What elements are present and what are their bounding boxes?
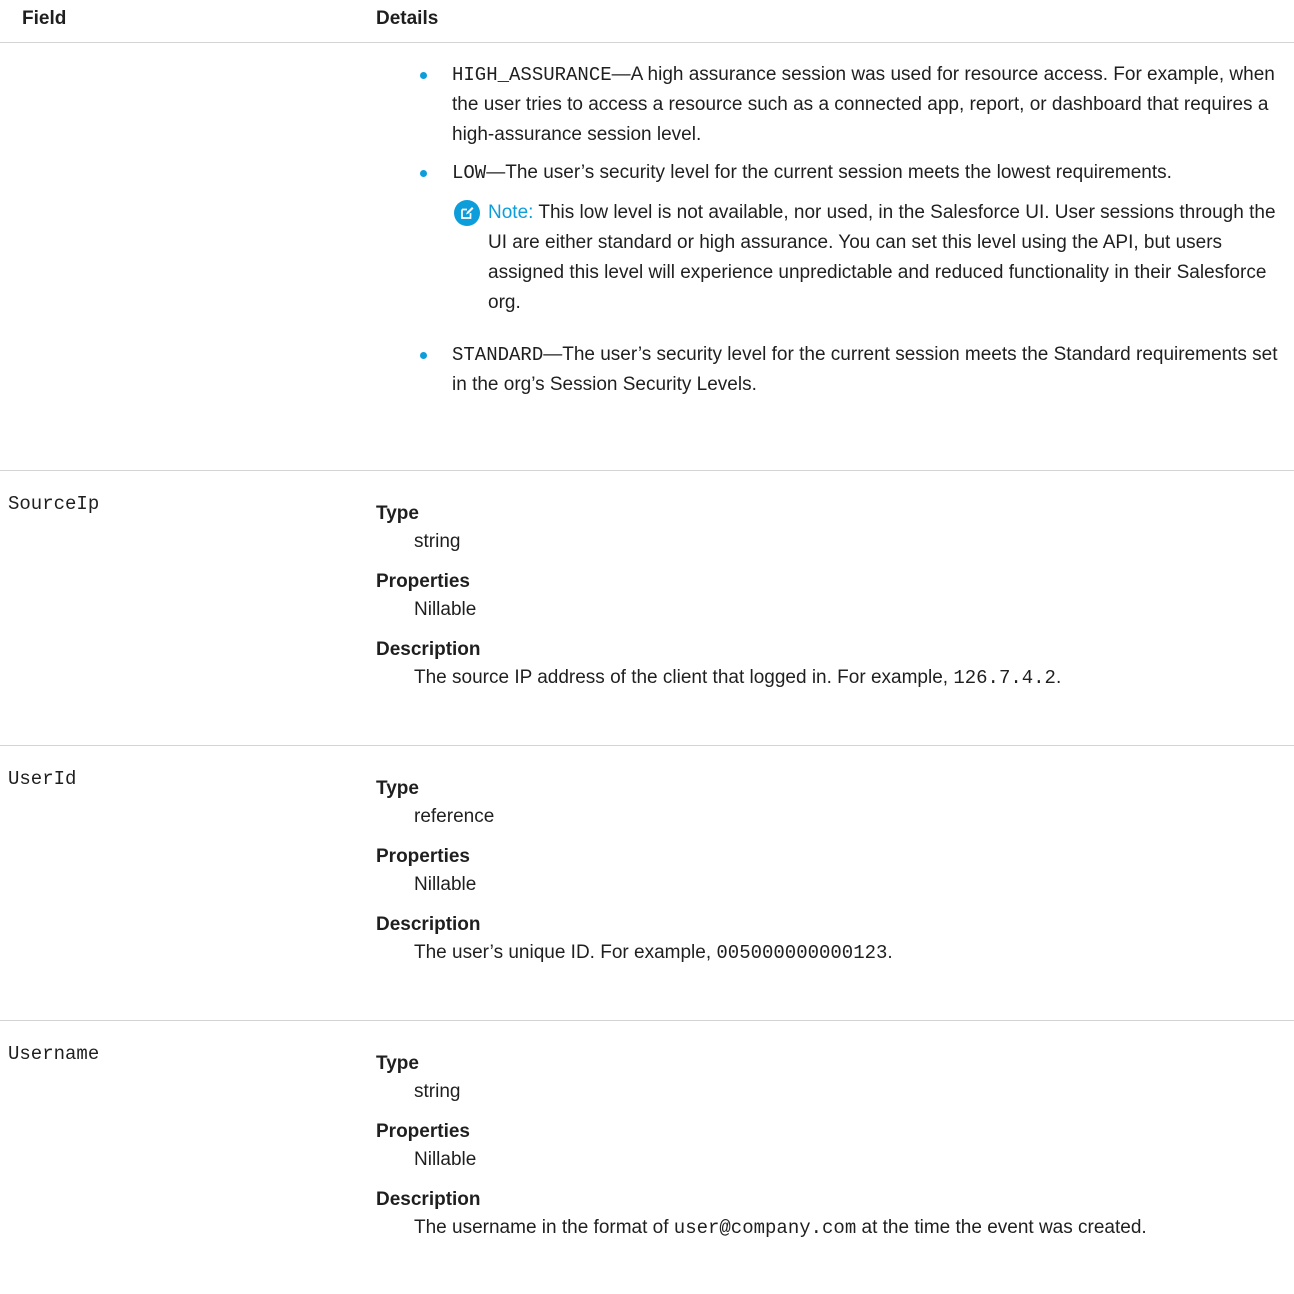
list-item: LOW—The user’s security level for the cu… <box>420 158 1280 188</box>
description-text: The username in the format of <box>414 1217 674 1238</box>
type-value: reference <box>414 806 495 827</box>
list-item: STANDARD—The user’s security level for t… <box>420 340 1280 400</box>
table-row: Username Type string Properties Nillable… <box>0 1020 1294 1294</box>
description-text: . <box>887 942 893 963</box>
description-label: Description <box>376 914 481 935</box>
properties-label: Properties <box>376 1121 470 1142</box>
list-item-text: —The user’s security level for the curre… <box>486 162 1172 183</box>
bullet-icon <box>420 170 427 177</box>
code-text: STANDARD <box>452 344 544 366</box>
type-label: Type <box>376 503 419 524</box>
properties-value: Nillable <box>414 874 477 895</box>
code-text: HIGH_ASSURANCE <box>452 64 612 86</box>
properties-value: Nillable <box>414 1149 477 1170</box>
table-header: Field Details <box>0 0 1294 43</box>
type-label: Type <box>376 778 419 799</box>
properties-label: Properties <box>376 571 470 592</box>
list-item-text: —The user’s security level for the curre… <box>452 344 1278 395</box>
note-text: This low level is not available, nor use… <box>488 202 1276 313</box>
code-text: user@company.com <box>673 1217 857 1239</box>
description-text: The source IP address of the client that… <box>414 667 954 688</box>
description-value: The source IP address of the client that… <box>414 663 1061 693</box>
table-row: SourceIp Type string Properties Nillable… <box>0 470 1294 741</box>
description-text: . <box>1055 667 1062 688</box>
description-text: The user’s unique ID. For example, <box>414 942 717 963</box>
bullet-icon <box>420 352 427 359</box>
description-text: at the time the event was created. <box>856 1217 1147 1238</box>
properties-value: Nillable <box>414 599 477 620</box>
list-item: HIGH_ASSURANCE—A high assurance session … <box>420 60 1280 150</box>
field-column-header: Field <box>22 8 67 29</box>
note-callout: Note: This low level is not available, n… <box>420 198 1280 318</box>
field-name: Username <box>8 1043 100 1065</box>
note-label: Note: <box>488 202 534 223</box>
description-value: The user’s unique ID. For example, 00500… <box>414 938 893 968</box>
table-row: UserId Type reference Properties Nillabl… <box>0 745 1294 1016</box>
code-text: 005000000000123 <box>716 942 888 964</box>
session-level-list: HIGH_ASSURANCE—A high assurance session … <box>420 60 1280 408</box>
field-details: Type reference Properties Nillable Descr… <box>376 776 893 968</box>
details-column-header: Details <box>376 8 439 29</box>
edit-note-icon <box>454 200 480 226</box>
code-text: 126.7.4.2 <box>953 667 1056 689</box>
code-text: LOW <box>452 162 487 184</box>
type-value: string <box>414 531 461 552</box>
description-label: Description <box>376 639 481 660</box>
field-details: Type string Properties Nillable Descript… <box>376 1051 1147 1243</box>
field-details: Type string Properties Nillable Descript… <box>376 501 1061 693</box>
bullet-icon <box>420 72 427 79</box>
description-label: Description <box>376 1189 481 1210</box>
description-value: The username in the format of user@compa… <box>414 1213 1147 1243</box>
field-name: SourceIp <box>8 493 100 515</box>
type-label: Type <box>376 1053 419 1074</box>
type-value: string <box>414 1081 461 1102</box>
field-name: UserId <box>8 768 77 790</box>
properties-label: Properties <box>376 846 470 867</box>
